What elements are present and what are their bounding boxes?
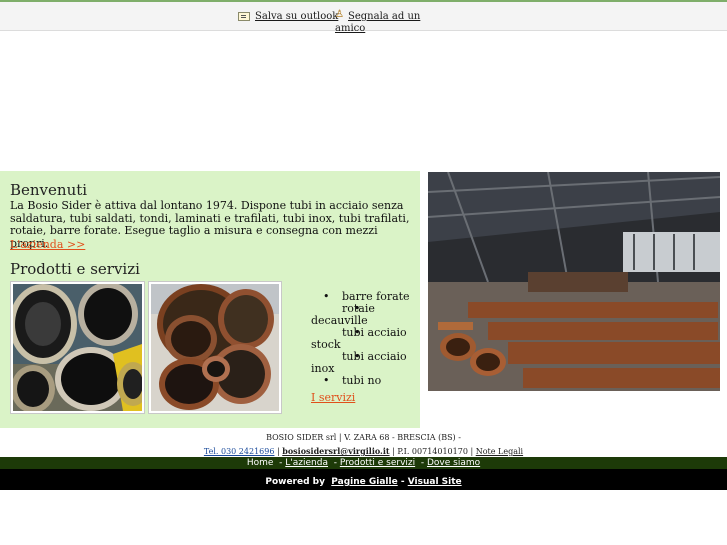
vat-number: P.I. 00714010170 [397,447,468,456]
nav-dove-siamo[interactable]: Dove siamo [427,458,480,468]
nav-home[interactable]: Home [247,458,274,468]
footer-nav: Home - L'azienda - Prodotti e servizi - … [0,457,727,469]
user-send-icon[interactable]: ♙ [335,10,347,20]
top-toolbar: Salva su outlook ♙ Segnala ad un amico [0,2,727,34]
footer-address: BOSIO SIDER srl | V. ZARA 68 - BRESCIA (… [266,433,461,442]
azienda-link[interactable]: L'azienda >> [10,238,85,251]
list-item: • tubi acciaio stock [311,326,407,351]
list-item: • tubi acciaio inox [311,350,407,375]
pagine-gialle-link[interactable]: Pagine Gialle [331,477,397,487]
nav-prodotti[interactable]: Prodotti e servizi [340,458,415,468]
servizi-link[interactable]: I servizi [311,391,355,404]
phone-link[interactable]: Tel. 030 2421696 [204,447,275,456]
products-heading: Prodotti e servizi [10,260,140,278]
email-link[interactable]: bosiosidersrl@virgilio.it [282,446,389,456]
services-list: • barre forate • rotaie decauville • tubi a… [311,291,421,387]
visual-site-link[interactable]: Visual Site [408,477,462,487]
tell-friend-link-cont[interactable]: amico [335,23,365,35]
legal-notes-link[interactable]: Note Legali [476,447,523,456]
tell-friend-link[interactable]: Segnala ad un [348,11,420,23]
address-card-icon[interactable] [238,12,250,21]
pipes-photo-1 [10,281,145,414]
list-item: • tubi no [323,374,382,387]
list-item: • rotaie decauville [311,302,375,327]
footer-contacts: Tel. 030 2421696 | bosiosidersrl@virgili… [203,446,524,456]
powered-label: Powered by [265,477,325,487]
powered-by-bar: Powered by Pagine Gialle - Visual Site [0,469,727,490]
save-outlook-link[interactable]: Salva su outlook [255,11,338,23]
pipes-photo-2 [148,281,282,414]
warehouse-photo [427,171,721,391]
welcome-heading: Benvenuti [10,181,88,199]
nav-azienda[interactable]: L'azienda [285,458,328,468]
